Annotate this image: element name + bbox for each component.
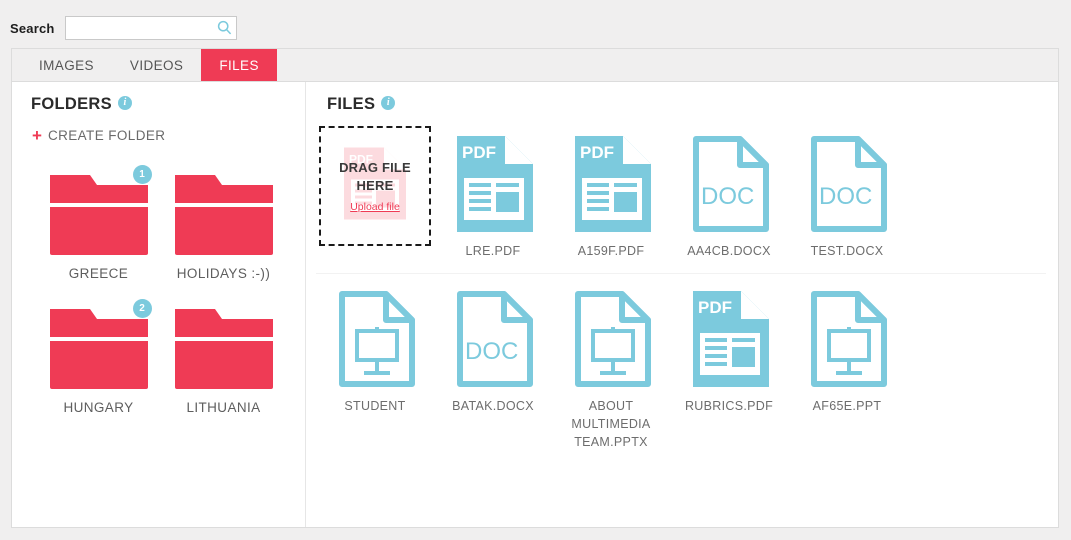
file-icon-box: PDF [447,132,539,236]
drag-file-drop-zone[interactable]: PDF DRAG FILE HERE Upload file [319,126,431,246]
tab-images[interactable]: IMAGES [21,49,112,81]
file-icon-box [329,287,421,391]
presentation-file-icon [575,291,651,387]
files-row: STUDENT DOC BATAK.DOCX ABOUT MULTIMEDIA … [316,274,1046,451]
presentation-file-icon [339,291,415,387]
folder-icon-wrapper: 2 [49,299,152,391]
upload-file-link[interactable]: Upload file [350,201,400,213]
folder-grid: 1 GREECE HOLIDAYS:-)) 2 HUNGARY LITHUAN… [36,165,286,437]
file-item[interactable]: PDF A159F.PDF [552,132,670,260]
file-name: RUBRICS.PDF [684,399,774,413]
tab-files-label: FILES [219,57,259,73]
tab-images-label: IMAGES [39,57,94,73]
create-folder-label: CREATE FOLDER [47,128,166,143]
folder-item[interactable]: 2 HUNGARY [36,299,161,415]
file-item[interactable]: DOC TEST.DOCX [788,132,906,260]
folder-name: HUNGARY [63,400,134,415]
files-row: PDF DRAG FILE HERE Upload file PDF LRE.P… [316,126,1046,274]
file-icon-box: DOC [683,132,775,236]
folders-title: FOLDERS [31,95,112,113]
folder-badge: 1 [132,165,152,184]
search-input[interactable] [65,17,222,37]
doc-file-icon: DOC [457,291,533,387]
svg-text:DOC: DOC [465,338,518,365]
folder-icon [49,175,148,255]
file-icon-box: DOC [801,132,893,236]
pdf-file-icon: PDF [457,136,533,232]
drop-zone-text: DRAG FILE HERE [339,159,411,195]
tab-bar: IMAGES VIDEOS FILES [11,48,1059,81]
search-field-wrapper[interactable] [64,16,237,40]
folders-header: FOLDERS i [31,95,132,114]
info-icon[interactable]: i [381,96,396,110]
tab-list: IMAGES VIDEOS FILES [12,49,1058,81]
folders-column: FOLDERS i + CREATE FOLDER 1 GREECE HOLID… [12,82,306,527]
folder-name: GREECE [68,266,129,281]
file-name: STUDENT [344,399,406,413]
file-item[interactable]: PDF LRE.PDF [434,132,552,260]
files-grid: PDF DRAG FILE HERE Upload file PDF LRE.P… [316,126,1046,451]
file-item[interactable]: STUDENT [316,287,434,415]
file-name: LRE.PDF [465,244,521,258]
folder-name: HOLIDAYS :-)) [176,266,271,281]
folder-icon [174,309,273,389]
file-item[interactable]: DOC AA4CB.DOCX [670,132,788,260]
file-item[interactable]: ABOUT MULTIMEDIA TEAM.PPTX [552,287,670,451]
drop-zone-cell: PDF DRAG FILE HERE Upload file [316,126,434,246]
file-item[interactable]: PDF RUBRICS.PDF [670,287,788,415]
file-icon-box: PDF [683,287,775,391]
tab-videos-label: VIDEOS [129,57,184,73]
content-panel: FOLDERS i + CREATE FOLDER 1 GREECE HOLID… [11,81,1059,528]
folder-icon-wrapper: 1 [49,165,152,257]
file-name: ABOUT MULTIMEDIA TEAM.PPTX [571,399,651,449]
file-name: BATAK.DOCX [452,399,534,413]
create-folder-button[interactable]: + CREATE FOLDER [32,127,165,144]
pdf-file-icon: PDF [575,136,651,232]
file-item[interactable]: AF65E.PPT [788,287,906,415]
search-label: Search [10,20,55,36]
files-header: FILES i [327,95,396,114]
file-icon-box: DOC [447,287,539,391]
svg-text:PDF: PDF [462,143,496,162]
folder-item[interactable]: LITHUANIA [161,303,286,415]
drop-zone-line2: HERE [356,178,394,193]
drop-zone-line1: DRAG FILE [339,160,411,175]
panel-split: FOLDERS i + CREATE FOLDER 1 GREECE HOLID… [12,82,1058,527]
file-icon-box [565,287,657,391]
folder-item[interactable]: 1 GREECE [36,165,161,281]
plus-icon: + [32,126,42,145]
search-icon[interactable] [217,20,232,35]
info-icon[interactable]: i [117,96,132,110]
folder-name: LITHUANIA [186,400,261,415]
folder-icon-wrapper [174,169,273,257]
files-title: FILES [327,95,376,113]
files-column: FILES i PDF DRAG FILE HERE Upload file P… [306,82,1058,527]
folder-badge: 2 [132,299,152,318]
folder-icon [174,175,273,255]
file-name: TEST.DOCX [810,244,884,258]
tab-videos[interactable]: VIDEOS [112,49,201,81]
folder-item[interactable]: HOLIDAYS :-)) [161,169,286,281]
svg-text:PDF: PDF [698,298,732,317]
file-item[interactable]: DOC BATAK.DOCX [434,287,552,415]
folder-icon [49,309,148,389]
file-icon-box: PDF [565,132,657,236]
svg-text:DOC: DOC [701,183,754,210]
file-icon-box [801,287,893,391]
svg-text:DOC: DOC [819,183,872,210]
tab-files[interactable]: FILES [201,49,277,81]
file-name: AF65E.PPT [812,399,882,413]
pdf-file-icon: PDF [693,291,769,387]
file-name: A159F.PDF [577,244,645,258]
file-name: AA4CB.DOCX [687,244,771,258]
search-bar: Search [0,16,237,40]
doc-file-icon: DOC [693,136,769,232]
svg-text:PDF: PDF [580,143,614,162]
folder-icon-wrapper [174,303,273,391]
presentation-file-icon [811,291,887,387]
doc-file-icon: DOC [811,136,887,232]
